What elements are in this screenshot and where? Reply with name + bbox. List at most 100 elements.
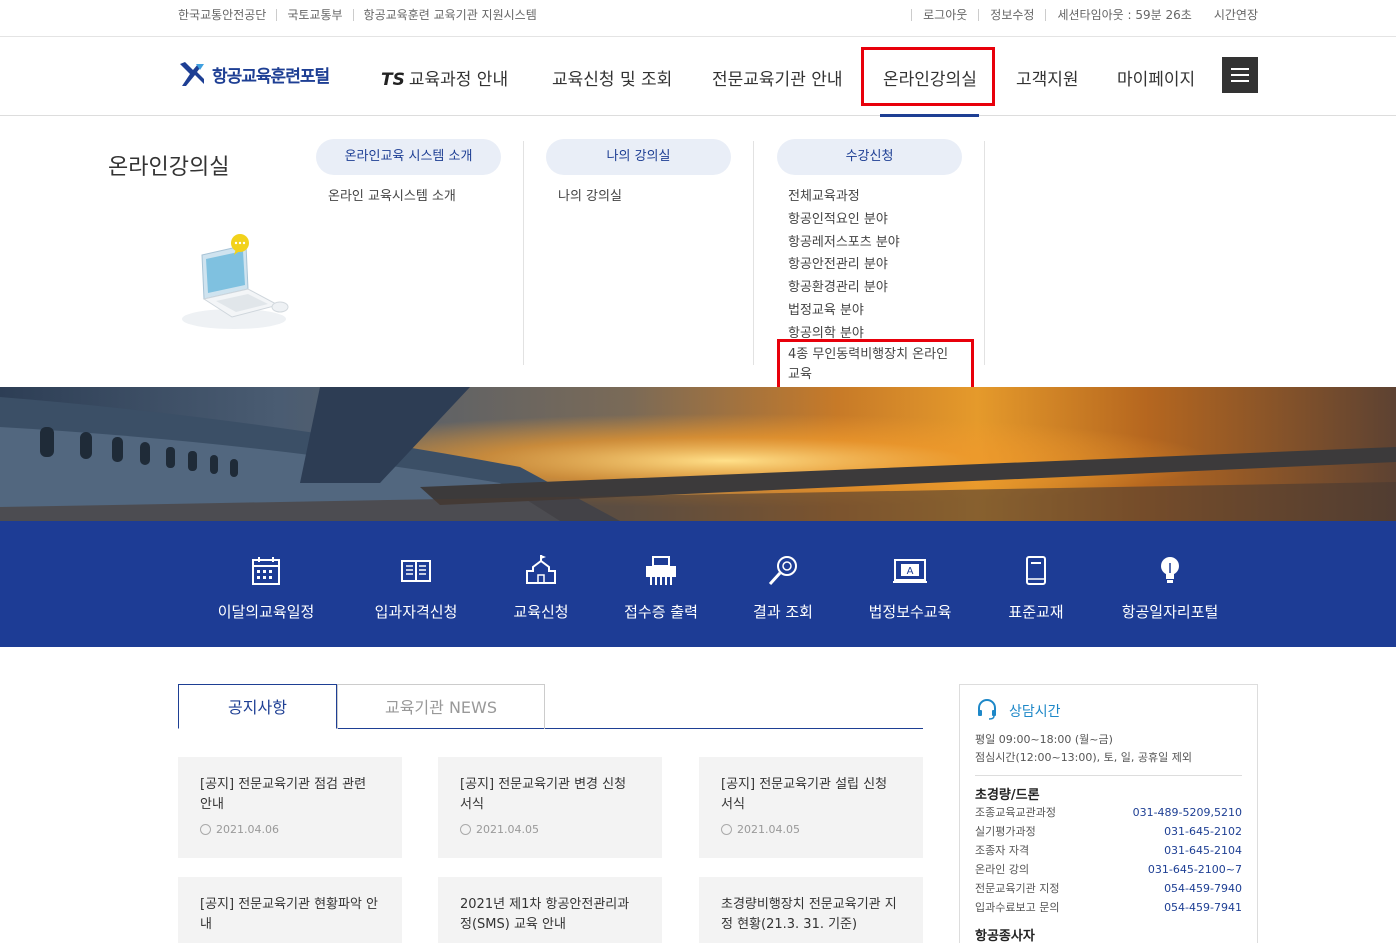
laptop-illustration-icon (176, 233, 296, 333)
consult-label: 전문교육기관 지정 (975, 882, 1060, 895)
column-divider (523, 141, 524, 365)
magnifier-icon (763, 551, 803, 591)
main-nav: TS 교육과정 안내 교육신청 및 조회 전문교육기관 안내 온라인강의실 고객지… (0, 38, 1396, 117)
hero-banner (0, 387, 1396, 521)
quick-label: 입과자격신청 (374, 603, 458, 621)
consult-row: 조종교육교관과정 031-489-5209,5210 (975, 803, 1242, 822)
notice-date-text: 2021.04.06 (216, 823, 279, 836)
consult-row: 조종자 자격 031-645-2104 (975, 841, 1242, 860)
nav-institutions[interactable]: 전문교육기관 안내 (712, 65, 843, 90)
consult-hours: 평일 09:00~18:00 (월~금) 점심시간(12:00~13:00), … (975, 731, 1242, 776)
consult-phone[interactable]: 031-645-2100~7 (1148, 860, 1242, 879)
consult-section-drone: 초경량/드론 (975, 788, 1040, 803)
board-tabs: 공지사항 교육기관 NEWS (178, 684, 923, 729)
notice-date-text: 2021.04.05 (737, 823, 800, 836)
notice-title: 2021년 제1차 항공안전관리과정(SMS) 교육 안내 (460, 897, 630, 932)
quick-label: 법정보수교육 (868, 603, 952, 621)
airplane-image (0, 387, 1396, 521)
clock-icon (460, 824, 471, 835)
consult-row: 입과수료보고 문의 054-459-7941 (975, 898, 1242, 917)
quick-link-apply[interactable]: 교육신청 (496, 551, 586, 622)
highlight-box-drone (777, 339, 974, 394)
mega-title: 온라인강의실 (108, 155, 230, 180)
utility-left-links: 한국교통안전공단 국토교통부 항공교육훈련 교육기관 지원시스템 (178, 9, 547, 21)
notice-title: [공지] 전문교육기관 변경 신청 서식 (460, 777, 627, 812)
notice-title: [공지] 전문교육기관 현황파악 안내 (200, 897, 379, 932)
book-icon (396, 551, 436, 591)
link-molit[interactable]: 국토교통부 (276, 9, 352, 21)
extend-session-link[interactable]: 시간연장 (1203, 9, 1258, 21)
quick-link-results[interactable]: 결과 조회 (738, 551, 828, 622)
quick-link-schedule[interactable]: 이달의교육일정 (206, 551, 326, 622)
link-legal-education[interactable]: 법정교육 분야 (788, 299, 864, 318)
consult-label: 입과수료보고 문의 (975, 901, 1060, 914)
notice-title: 초경량비행장치 전문교육기관 지정 현황(21.3. 31. 기준) (721, 897, 897, 932)
pill-enroll[interactable]: 수강신청 (777, 139, 962, 175)
notice-card[interactable]: [공지] 전문교육기관 변경 신청 서식 2021.04.05 (438, 757, 662, 858)
notice-card[interactable]: 2021년 제1차 항공안전관리과정(SMS) 교육 안내 (438, 877, 662, 943)
utility-right-links: 로그아웃 정보수정 세션타임아웃 : 59분 26초 시간연장 (911, 9, 1258, 21)
consult-phone[interactable]: 031-645-2102 (1164, 822, 1242, 841)
nav-mypage[interactable]: 마이페이지 (1117, 65, 1195, 90)
consult-row: 실기평가과정 031-645-2102 (975, 822, 1242, 841)
nav-apply[interactable]: 교육신청 및 조회 (552, 65, 672, 90)
link-human-factors[interactable]: 항공인적요인 분야 (788, 208, 888, 227)
consult-label: 온라인 강의 (975, 863, 1030, 876)
consult-header: 상담시간 (975, 697, 1242, 725)
notice-card[interactable]: [공지] 전문교육기관 설립 신청 서식 2021.04.05 (699, 757, 923, 858)
textbook-icon (1016, 551, 1056, 591)
consult-section-aviation: 항공종사자 (975, 929, 1035, 943)
main-header: 항공교육훈련포털 TS 교육과정 안내 교육신청 및 조회 전문교육기관 안내 온… (0, 38, 1396, 117)
consult-phone[interactable]: 031-645-2104 (1164, 841, 1242, 860)
column-divider (753, 141, 754, 365)
session-timer: 세션타임아웃 : 59분 26초 (1045, 9, 1202, 21)
consult-label: 조종교육교관과정 (975, 806, 1056, 819)
consult-phone[interactable]: 031-489-5209,5210 (1133, 803, 1242, 822)
consult-box: 상담시간 평일 09:00~18:00 (월~금) 점심시간(12:00~13:… (959, 684, 1258, 943)
quick-label: 항공일자리포털 (1121, 603, 1219, 621)
notice-date: 2021.04.05 (460, 823, 640, 836)
printer-icon (641, 551, 681, 591)
menu-icon[interactable] (1222, 57, 1258, 93)
link-system-intro[interactable]: 온라인 교육시스템 소개 (328, 185, 456, 204)
logout-link[interactable]: 로그아웃 (911, 9, 978, 21)
quick-links-bar: 이달의교육일정 입과자격신청 교육신청 접수증 출력 결과 조회 A 법정보수교… (0, 521, 1396, 647)
link-my-classroom[interactable]: 나의 강의실 (558, 185, 622, 204)
quick-label: 표준교재 (1008, 603, 1064, 621)
school-icon (521, 551, 561, 591)
consult-row: 전문교육기관 지정 054-459-7940 (975, 879, 1242, 898)
quick-link-textbook[interactable]: 표준교재 (996, 551, 1076, 622)
consult-phone[interactable]: 054-459-7941 (1164, 898, 1242, 917)
consult-title: 상담시간 (1009, 704, 1061, 720)
quick-link-legal[interactable]: A 법정보수교육 (858, 551, 962, 622)
notice-card[interactable]: [공지] 전문교육기관 점검 관련 안내 2021.04.06 (178, 757, 402, 858)
notice-card[interactable]: 초경량비행장치 전문교육기관 지정 현황(21.3. 31. 기준) (699, 877, 923, 943)
quick-link-qualification[interactable]: 입과자격신청 (360, 551, 472, 622)
link-safety-management[interactable]: 항공안전관리 분야 (788, 253, 888, 272)
calendar-icon (246, 551, 286, 591)
consult-label: 실기평가과정 (975, 825, 1036, 838)
link-institution-system[interactable]: 항공교육훈련 교육기관 지원시스템 (352, 9, 547, 21)
link-all-courses[interactable]: 전체교육과정 (788, 185, 860, 204)
nav-support[interactable]: 고객지원 (1016, 65, 1079, 90)
pill-my-classroom[interactable]: 나의 강의실 (546, 139, 731, 175)
link-environment[interactable]: 항공환경관리 분야 (788, 276, 888, 295)
quick-link-jobs[interactable]: 항공일자리포털 (1108, 551, 1232, 622)
link-kotsa[interactable]: 한국교통안전공단 (178, 9, 276, 21)
link-leisure-sports[interactable]: 항공레저스포츠 분야 (788, 231, 900, 250)
headset-icon (975, 697, 999, 725)
tab-notice[interactable]: 공지사항 (178, 684, 337, 729)
clock-icon (721, 824, 732, 835)
edit-info-link[interactable]: 정보수정 (978, 9, 1045, 21)
pill-system-intro[interactable]: 온라인교육 시스템 소개 (316, 139, 501, 175)
consult-phone[interactable]: 054-459-7940 (1164, 879, 1242, 898)
quick-link-receipt[interactable]: 접수증 출력 (610, 551, 712, 622)
quick-label: 교육신청 (513, 603, 569, 621)
utility-bar: 한국교통안전공단 국토교통부 항공교육훈련 교육기관 지원시스템 로그아웃 정보… (0, 0, 1396, 37)
notice-card[interactable]: [공지] 전문교육기관 현황파악 안내 (178, 877, 402, 943)
tab-news[interactable]: 교육기관 NEWS (337, 684, 545, 729)
nav-courses[interactable]: TS 교육과정 안내 (381, 65, 508, 90)
mega-menu: 온라인강의실 온라인교육 시스템 소개 온라인 교육시스템 소개 나의 강의실 … (0, 117, 1396, 387)
consult-label: 조종자 자격 (975, 844, 1030, 857)
notice-date: 2021.04.05 (721, 823, 901, 836)
